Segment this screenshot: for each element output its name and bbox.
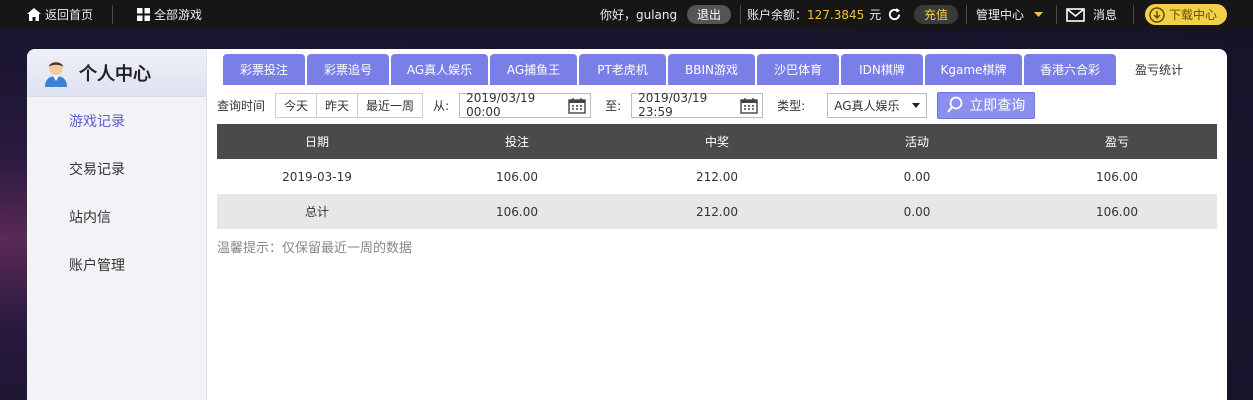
to-date-input[interactable]: 2019/03/19 23:59 [631,91,764,119]
balance-label: 账户余额： [747,8,808,22]
balance-unit: 元 [869,8,882,22]
manage-label: 管理中心 [976,8,1025,22]
balance-area: 账户余额： 127.3845 元 [747,0,902,29]
sidebar: 个人中心 游戏记录 交易记录 站内信 账户管理 [27,49,207,400]
sidebar-header: 个人中心 [27,49,206,97]
to-label: 至: [605,98,622,113]
quick-range-group: 今天 昨天 最近一周 [275,92,424,118]
table-cell: 106.00 [496,204,538,219]
table-cell: 106.00 [496,169,538,184]
query-button-label: 立即查询 [969,98,1026,114]
divider [740,5,741,24]
calendar-icon[interactable] [740,97,758,114]
table-cell: 212.00 [696,204,738,219]
column-header-date: 日期 [304,135,329,149]
type-label: 类型: [777,98,806,113]
caret-down-icon [912,102,921,108]
table-cell: 106.00 [1096,204,1138,219]
search-icon [947,96,963,114]
message-label: 消息 [1093,8,1118,22]
table-total-row: 总计 106.00 212.00 0.00 106.00 [217,194,1217,229]
table-cell: 212.00 [696,169,738,184]
home-icon [27,8,41,21]
sidebar-title: 个人中心 [79,63,151,85]
tab-bbin-games[interactable]: BBIN游戏 [668,54,755,85]
sidebar-item-messages[interactable]: 站内信 [27,193,206,241]
tab-idn-chess[interactable]: IDN棋牌 [841,54,923,85]
top-bar: 返回首页 全部游戏 你好，gulang 退出 账户余额： 127.3845 元 … [0,0,1253,29]
divider [1056,5,1057,24]
tab-saba-sports[interactable]: 沙巴体育 [757,54,839,85]
column-header-bet: 投注 [504,135,529,149]
today-button[interactable]: 今天 [276,93,318,117]
message-link[interactable]: 消息 [1066,0,1117,29]
tab-profit-loss[interactable]: 盈亏统计 [1118,54,1200,85]
type-select[interactable]: AG真人娱乐 [827,92,928,118]
profit-loss-table: 日期 投注 中奖 活动 盈亏 2019-03-19 106.00 212.00 … [217,124,1217,229]
yesterday-button[interactable]: 昨天 [317,93,359,117]
download-label: 下载中心 [1169,8,1218,22]
column-header-promo: 活动 [904,135,929,149]
calendar-icon[interactable] [568,97,586,114]
tab-lottery-chase[interactable]: 彩票追号 [307,54,389,85]
mail-icon [1066,7,1085,22]
from-date-value: 2019/03/19 00:00 [466,91,536,119]
from-date-input[interactable]: 2019/03/19 00:00 [459,91,592,119]
table-cell: 总计 [304,205,329,219]
table-row: 2019-03-19 106.00 212.00 0.00 106.00 [217,159,1217,194]
sidebar-item-account-management[interactable]: 账户管理 [27,241,206,289]
sidebar-item-game-records[interactable]: 游戏记录 [27,97,206,145]
tab-lottery-bet[interactable]: 彩票投注 [223,54,305,85]
home-link[interactable]: 返回首页 [27,0,93,29]
table-cell: 0.00 [903,204,931,219]
divider [112,5,113,24]
tab-ag-live[interactable]: AG真人娱乐 [391,54,488,85]
table-cell: 2019-03-19 [282,169,352,184]
logout-button[interactable]: 退出 [687,5,732,24]
balance-value: 127.3845 [807,7,865,22]
user-avatar-icon [43,59,69,87]
grid-icon [137,8,150,21]
last-week-button[interactable]: 最近一周 [358,93,423,117]
manage-menu[interactable]: 管理中心 [976,0,1044,29]
type-select-value: AG真人娱乐 [834,98,900,113]
tab-bar: 彩票投注 彩票追号 AG真人娱乐 AG捕鱼王 PT老虎机 BBIN游戏 沙巴体育… [223,54,1202,85]
tab-kgame-chess[interactable]: Kgame棋牌 [925,54,1022,85]
recharge-button[interactable]: 充值 [914,5,959,24]
download-button[interactable]: 下载中心 [1145,4,1228,25]
main-panel: 个人中心 游戏记录 交易记录 站内信 账户管理 彩票投注 彩票追号 AG真人娱乐… [27,49,1227,400]
from-label: 从: [433,98,450,113]
greeting: 你好，gulang [600,8,678,22]
divider [966,5,967,24]
column-header-win: 中奖 [704,135,729,149]
caret-down-icon [1034,12,1044,17]
divider [1133,5,1134,24]
table-header-row: 日期 投注 中奖 活动 盈亏 [217,124,1217,159]
query-button[interactable]: 立即查询 [937,91,1036,119]
all-games-link[interactable]: 全部游戏 [137,0,202,29]
column-header-profit: 盈亏 [1104,135,1129,149]
tab-ag-fishing[interactable]: AG捕鱼王 [490,54,577,85]
all-games-label: 全部游戏 [154,8,203,22]
table-cell: 106.00 [1096,169,1138,184]
filter-bar: 查询时间 今天 昨天 最近一周 从: 2019/03/19 00:00 至: 2… [217,91,1036,119]
sidebar-item-transaction-records[interactable]: 交易记录 [27,145,206,193]
refresh-icon[interactable] [887,7,902,22]
table-cell: 0.00 [903,169,931,184]
tab-hk-mark-six[interactable]: 香港六合彩 [1024,54,1116,85]
to-date-value: 2019/03/19 23:59 [638,91,708,119]
download-icon [1149,6,1165,23]
tab-pt-slots[interactable]: PT老虎机 [579,54,666,85]
query-time-label: 查询时间 [217,98,266,113]
retention-hint: 温馨提示：仅保留最近一周的数据 [217,241,413,256]
home-link-label: 返回首页 [45,8,94,22]
